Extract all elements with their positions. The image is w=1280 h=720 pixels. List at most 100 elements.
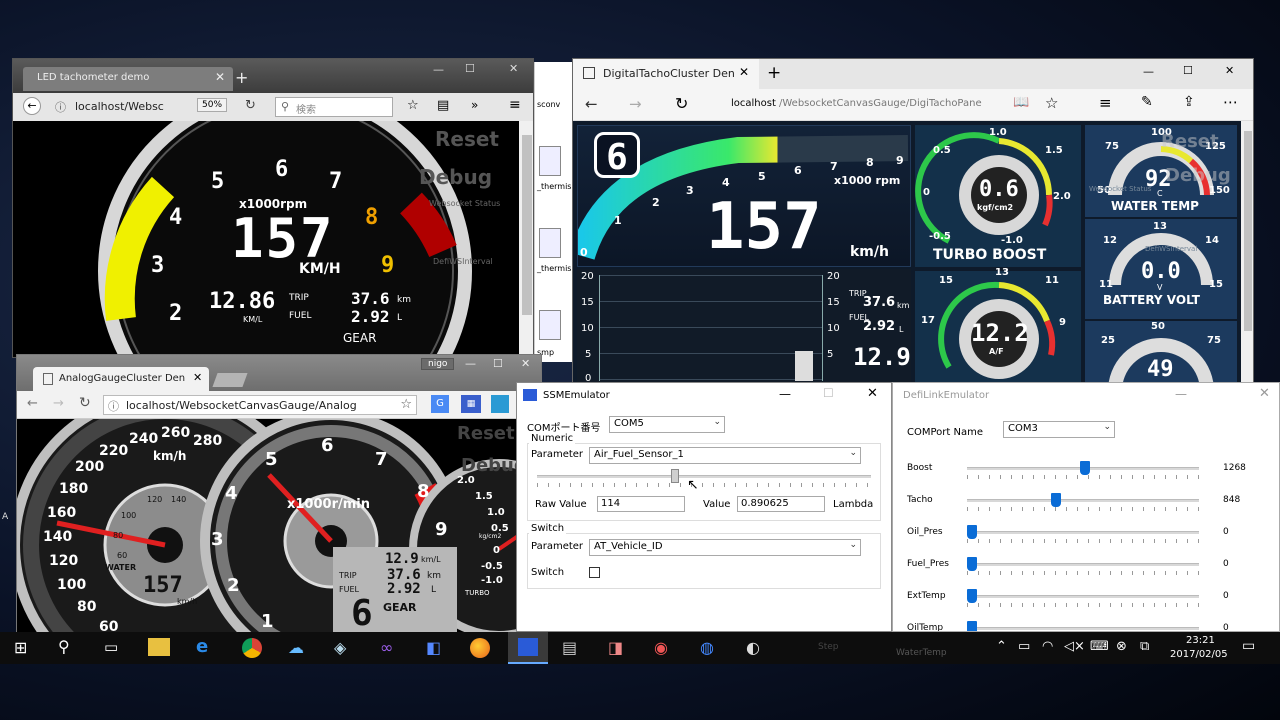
network-icon[interactable]: ▭	[1018, 639, 1030, 654]
edge-address-bar[interactable]: localhost /WebsocketCanvasGauge/DigiTach…	[719, 95, 1009, 115]
close-window-icon[interactable]: ✕	[1259, 386, 1270, 401]
strip-item[interactable]: sconv	[537, 100, 560, 109]
hub-icon[interactable]: ≡	[1099, 94, 1112, 112]
defi-slider-track[interactable]	[967, 531, 1199, 534]
back-icon[interactable]: ←	[27, 396, 38, 411]
edge-debug-button[interactable]: Debug	[1165, 165, 1231, 186]
switch-parameter-select[interactable]: AT_Vehicle_ID ⌄	[589, 539, 861, 556]
app-icon-tool[interactable]: ◉	[654, 638, 668, 657]
maximize-icon[interactable]: ☐	[465, 62, 475, 75]
favorite-icon[interactable]: ☆	[1045, 94, 1058, 112]
close-icon[interactable]: ✕	[739, 65, 749, 79]
minimize-icon[interactable]: —	[433, 63, 444, 76]
more-icon[interactable]: ⋯	[1223, 93, 1238, 111]
network-app-icon[interactable]: ☁	[288, 638, 304, 657]
box-app-icon[interactable]: ◈	[334, 638, 346, 657]
raw-value-field[interactable]: 114	[597, 496, 685, 512]
clock-date[interactable]: 2017/02/05	[1170, 649, 1228, 660]
analog-address-bar[interactable]: ⓘ localhost/WebsocketCanvasGauge/Analog …	[103, 395, 417, 415]
star-icon[interactable]: ☆	[400, 397, 412, 412]
minimize-icon[interactable]: —	[465, 357, 476, 370]
defi-slider-thumb[interactable]	[1080, 461, 1091, 475]
star-icon[interactable]: ☆	[407, 98, 419, 113]
new-tab-button[interactable]	[212, 373, 248, 387]
scrollbar-thumb[interactable]	[522, 135, 532, 315]
file-explorer-icon[interactable]	[148, 638, 170, 656]
visual-studio-icon[interactable]: ∞	[380, 638, 393, 657]
clock-time[interactable]: 23:21	[1186, 635, 1215, 646]
reload-icon[interactable]: ↻	[245, 98, 256, 113]
edge-icon[interactable]: e	[196, 636, 208, 657]
led-debug-button[interactable]: Debug	[419, 165, 492, 189]
analog-reset-button[interactable]: Reset	[457, 423, 515, 444]
action-center-icon[interactable]: ▭	[1242, 638, 1255, 654]
defi-slider-track[interactable]	[967, 627, 1199, 630]
app-icon-editor[interactable]: ◨	[608, 638, 623, 657]
numeric-slider-thumb[interactable]	[670, 469, 679, 483]
close-window-icon[interactable]: ✕	[509, 62, 518, 75]
reload-icon[interactable]: ↻	[79, 395, 91, 411]
maximize-icon[interactable]: ☐	[1183, 64, 1193, 77]
minimize-icon[interactable]: —	[779, 387, 791, 401]
wifi-icon[interactable]: ◠	[1042, 639, 1053, 654]
value-field[interactable]: 0.890625	[737, 496, 825, 512]
edge-tab[interactable]: DigitalTachoCluster Den ✕	[573, 59, 759, 89]
scrollbar-thumb[interactable]	[1244, 131, 1252, 331]
numeric-slider-track[interactable]	[537, 475, 871, 478]
edge-scrollbar[interactable]	[1241, 121, 1253, 383]
minimize-icon[interactable]: —	[1143, 65, 1154, 78]
ime-icon[interactable]: ⊗	[1116, 639, 1127, 654]
close-icon[interactable]: ✕	[193, 371, 202, 384]
chrome-icon[interactable]	[242, 638, 262, 658]
parameter-select[interactable]: Air_Fuel_Sensor_1 ⌄	[589, 447, 861, 464]
app-icon-recorder[interactable]: ◐	[746, 638, 760, 657]
new-tab-icon[interactable]: +	[767, 63, 781, 83]
firefox-icon[interactable]	[470, 638, 490, 658]
forward-icon[interactable]: →	[629, 95, 642, 113]
maximize-icon[interactable]: ☐	[493, 357, 503, 370]
extension-icon-2[interactable]	[491, 395, 509, 413]
forward-icon[interactable]: →	[53, 396, 64, 411]
notification-area-icon[interactable]: ⧉	[1140, 639, 1149, 654]
strip-item[interactable]: _thermis	[537, 182, 571, 191]
refresh-icon[interactable]: ↻	[675, 94, 688, 113]
zoom-badge[interactable]: 50%	[197, 98, 228, 112]
edge-reset-button[interactable]: Reset	[1161, 131, 1219, 152]
defi-com-select[interactable]: COM3 ⌄	[1003, 421, 1115, 438]
led-tab[interactable]: LED tachometer demo ✕	[23, 67, 233, 91]
new-tab-icon[interactable]: +	[235, 68, 248, 87]
defi-slider-track[interactable]	[967, 595, 1199, 598]
close-window-icon[interactable]: ✕	[867, 386, 878, 401]
windows-start-icon[interactable]: ⊞	[14, 638, 27, 657]
close-window-icon[interactable]: ✕	[1225, 64, 1234, 77]
led-url[interactable]: localhost/Websc	[75, 100, 164, 113]
defi-slider-thumb[interactable]	[967, 589, 977, 603]
defi-slider-thumb[interactable]	[967, 621, 977, 631]
defi-slider-thumb[interactable]	[967, 525, 977, 539]
note-icon[interactable]: ✎	[1141, 94, 1153, 110]
app-icon-terminal[interactable]: ▤	[562, 638, 577, 657]
defi-slider-track[interactable]	[967, 563, 1199, 566]
menu-icon[interactable]: ≡	[509, 97, 521, 113]
com-select[interactable]: COM5 ⌄	[609, 416, 725, 433]
user-badge[interactable]: nigo	[421, 358, 455, 370]
volume-icon[interactable]: ◁×	[1064, 639, 1085, 654]
task-view-icon[interactable]: ▭	[104, 638, 118, 656]
led-reset-button[interactable]: Reset	[435, 127, 499, 151]
defi-slider-track[interactable]	[967, 499, 1199, 502]
info-icon[interactable]: ⓘ	[55, 99, 66, 115]
app-icon-globe[interactable]: ◍	[700, 638, 714, 657]
tool-app-icon[interactable]: ◧	[426, 638, 441, 657]
share-icon[interactable]: ⇪	[1183, 94, 1195, 110]
led-scrollbar[interactable]	[519, 121, 533, 357]
analog-tab[interactable]: AnalogGaugeCluster Den ✕	[33, 367, 209, 391]
close-window-icon[interactable]: ✕	[521, 357, 530, 370]
chevron-up-icon[interactable]: ⌃	[996, 639, 1007, 654]
switch-checkbox[interactable]	[589, 567, 600, 578]
minimize-icon[interactable]: —	[1175, 387, 1187, 401]
strip-item[interactable]: _thermis	[537, 264, 571, 273]
keyboard-icon[interactable]: ⌨	[1090, 639, 1109, 654]
reading-view-icon[interactable]: 📖	[1013, 95, 1029, 110]
search-icon[interactable]: ⚲	[58, 637, 70, 656]
close-icon[interactable]: ✕	[215, 70, 225, 84]
